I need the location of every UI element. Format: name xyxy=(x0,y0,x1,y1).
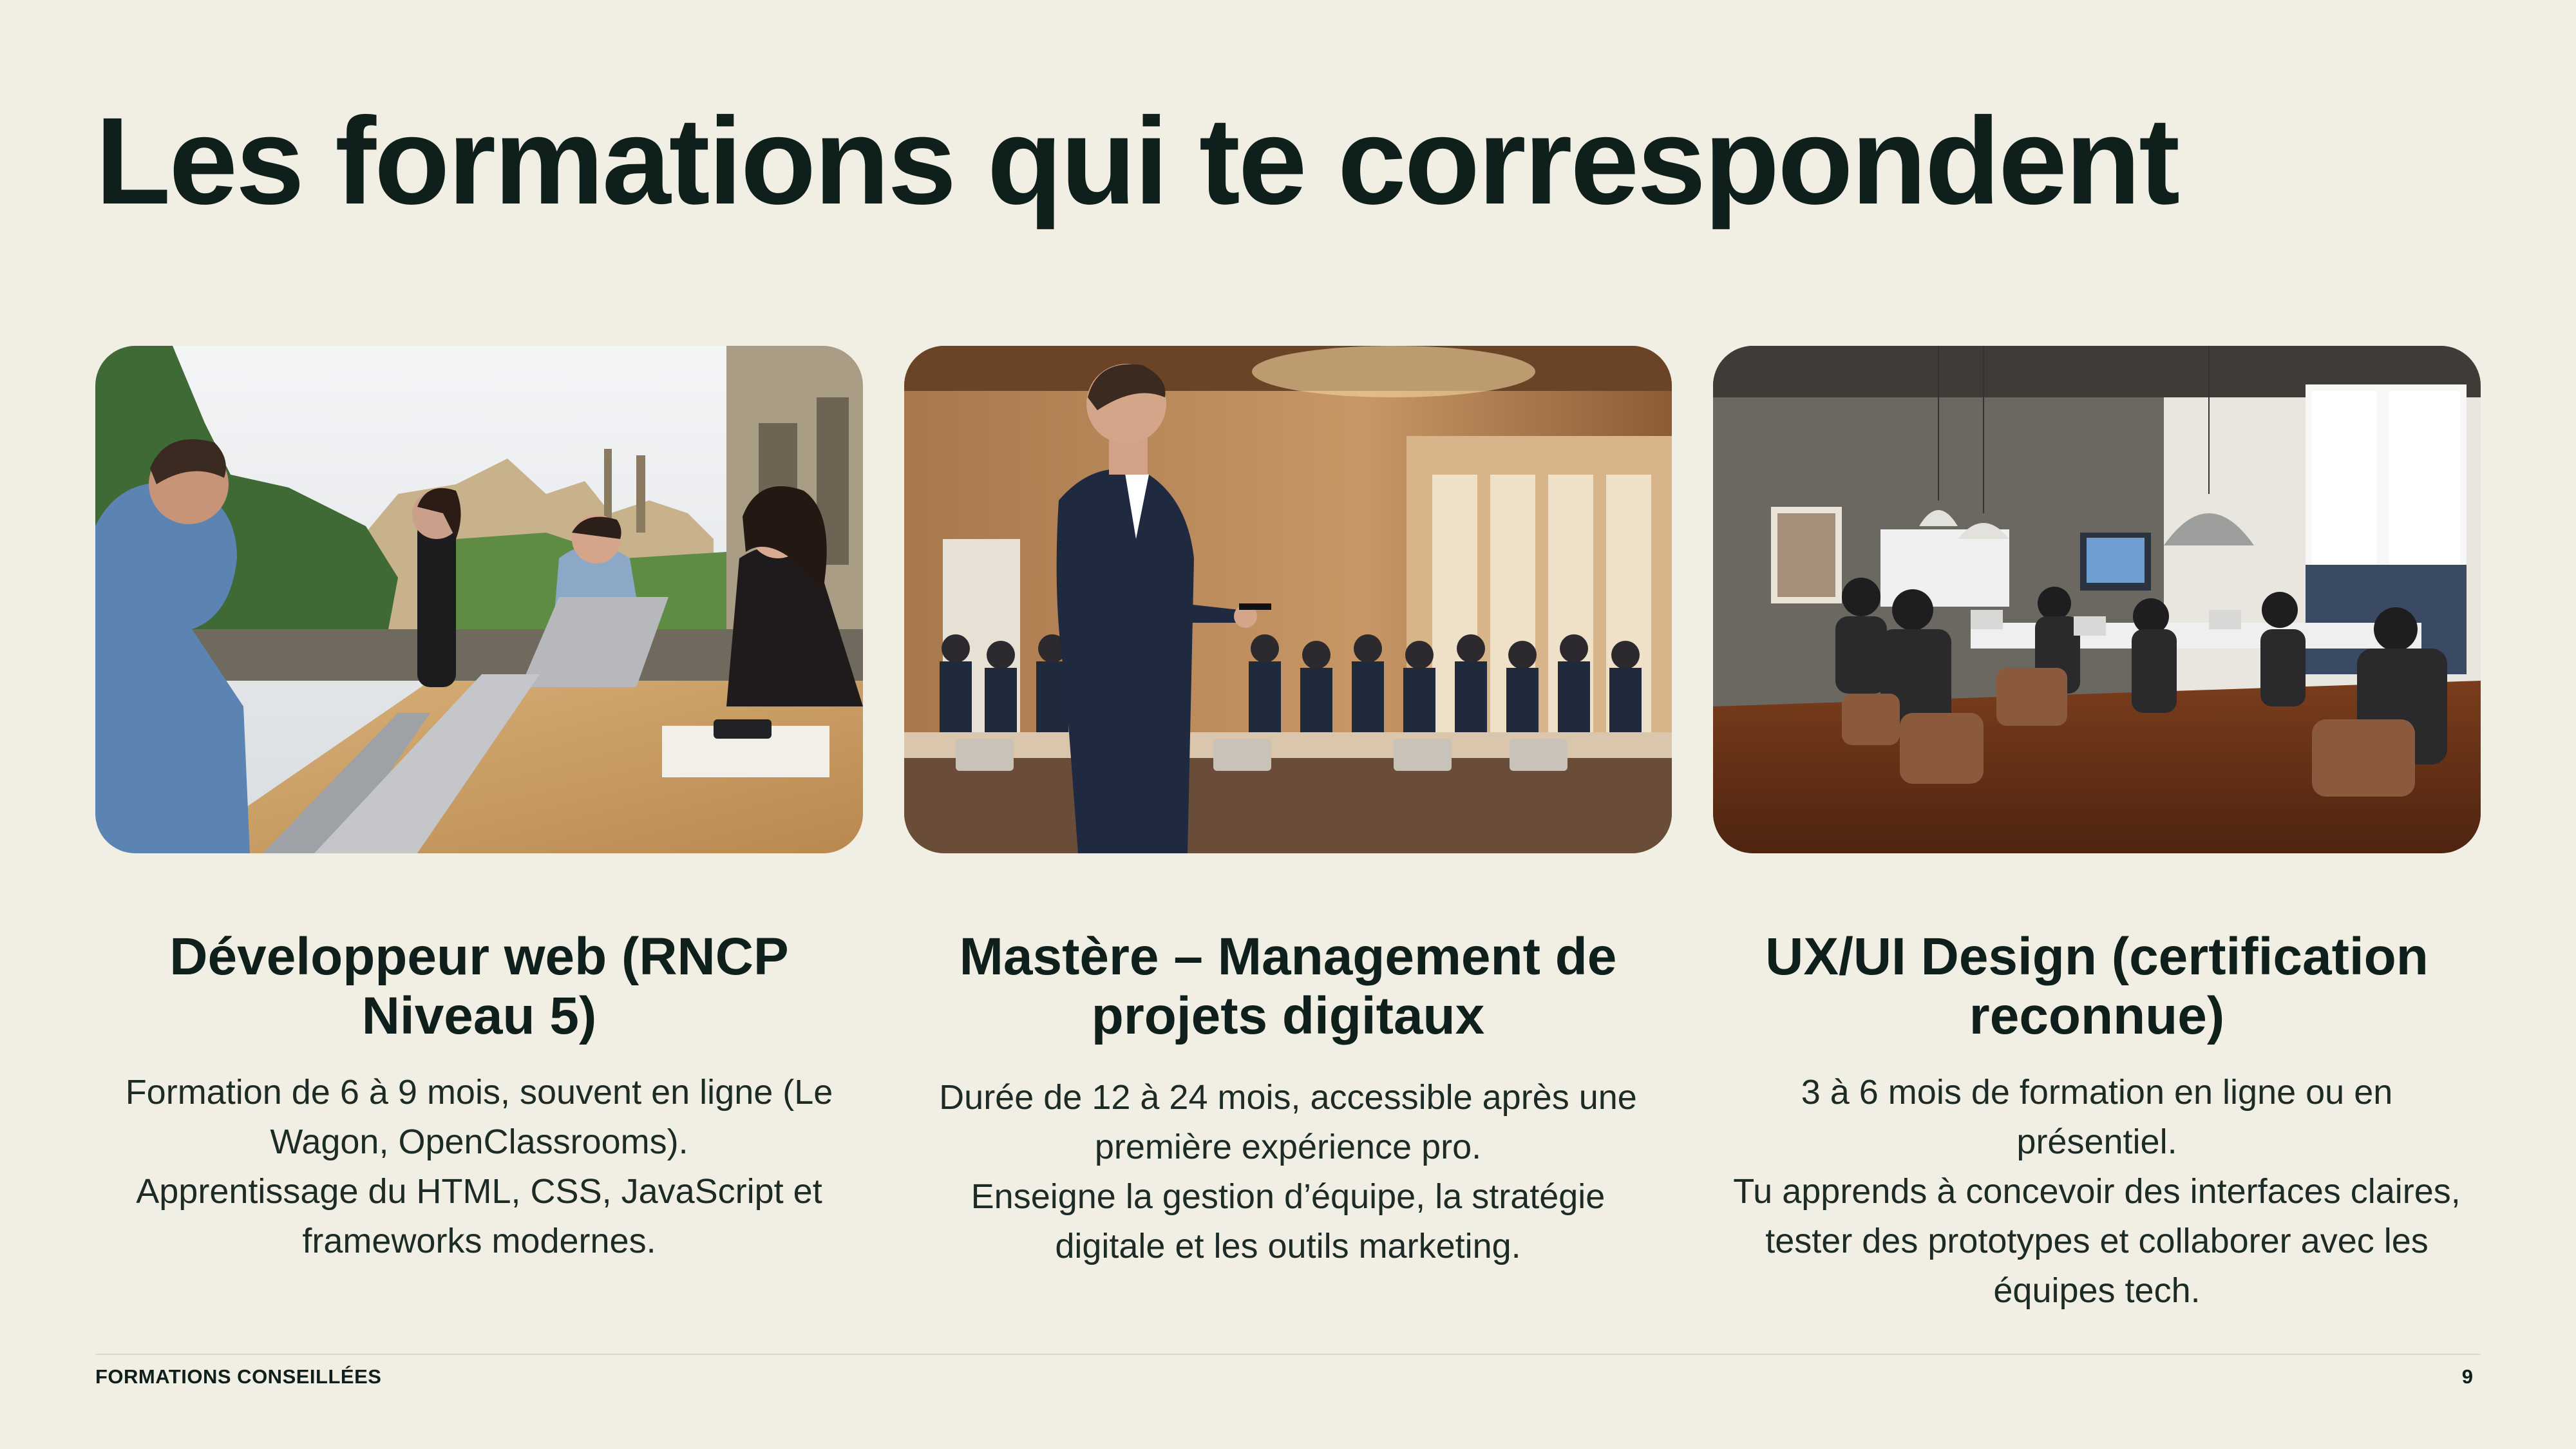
card-title-mastere: Mastère – Management de projets digitaux xyxy=(904,927,1672,1046)
description-line: Formation de 6 à 9 mois, souvent en lign… xyxy=(125,1073,833,1112)
description-line: Tu apprends à concevoir des interfaces c… xyxy=(1733,1172,2461,1211)
workshop-room-photo xyxy=(1713,346,2481,853)
card-image-mastere xyxy=(904,346,1672,853)
slide: Les formations qui te correspondent Déve… xyxy=(0,0,2576,1449)
card-title-line: Mastère – Management de xyxy=(959,927,1617,986)
description-line: première expérience pro. xyxy=(1094,1128,1482,1166)
description-line: présentiel. xyxy=(2016,1122,2177,1161)
card-title-line: UX/UI Design (certification xyxy=(1765,927,2429,986)
page-number: 9 xyxy=(2461,1365,2473,1388)
card-title-ux-ui: UX/UI Design (certification reconnue) xyxy=(1713,927,2481,1046)
description-line: Durée de 12 à 24 mois, accessible après … xyxy=(939,1078,1637,1117)
description-line: équipes tech. xyxy=(1993,1271,2201,1310)
terrace-meeting-photo xyxy=(95,346,863,853)
description-line: Wagon, OpenClassrooms). xyxy=(270,1122,688,1161)
card-title-line: reconnue) xyxy=(1969,987,2225,1045)
description-line: Enseigne la gestion d’équipe, la stratég… xyxy=(971,1177,1605,1216)
description-line: Apprentissage du HTML, CSS, JavaScript e… xyxy=(136,1172,822,1211)
card-title-line: Niveau 5) xyxy=(361,987,597,1045)
card-image-web-developer xyxy=(95,346,863,853)
conference-speaker-photo xyxy=(904,346,1672,853)
page-title: Les formations qui te correspondent xyxy=(95,91,2180,230)
card-description-mastere: Durée de 12 à 24 mois, accessible après … xyxy=(895,1073,1681,1271)
card-description-web-developer: Formation de 6 à 9 mois, souvent en lign… xyxy=(86,1068,872,1266)
description-line: tester des prototypes et collaborer avec… xyxy=(1765,1222,2429,1260)
card-description-ux-ui: 3 à 6 mois de formation en ligne ou en p… xyxy=(1704,1068,2490,1316)
card-image-ux-ui xyxy=(1713,346,2481,853)
footer-divider xyxy=(95,1354,2481,1355)
description-line: frameworks modernes. xyxy=(302,1222,656,1260)
card-title-line: projets digitaux xyxy=(1091,987,1485,1045)
footer-section-label: FORMATIONS CONSEILLÉES xyxy=(95,1365,382,1388)
description-line: digitale et les outils marketing. xyxy=(1055,1227,1521,1265)
card-title-line: Développeur web (RNCP xyxy=(169,927,789,986)
description-line: 3 à 6 mois de formation en ligne ou en xyxy=(1801,1073,2393,1112)
card-title-web-developer: Développeur web (RNCP Niveau 5) xyxy=(95,927,863,1046)
